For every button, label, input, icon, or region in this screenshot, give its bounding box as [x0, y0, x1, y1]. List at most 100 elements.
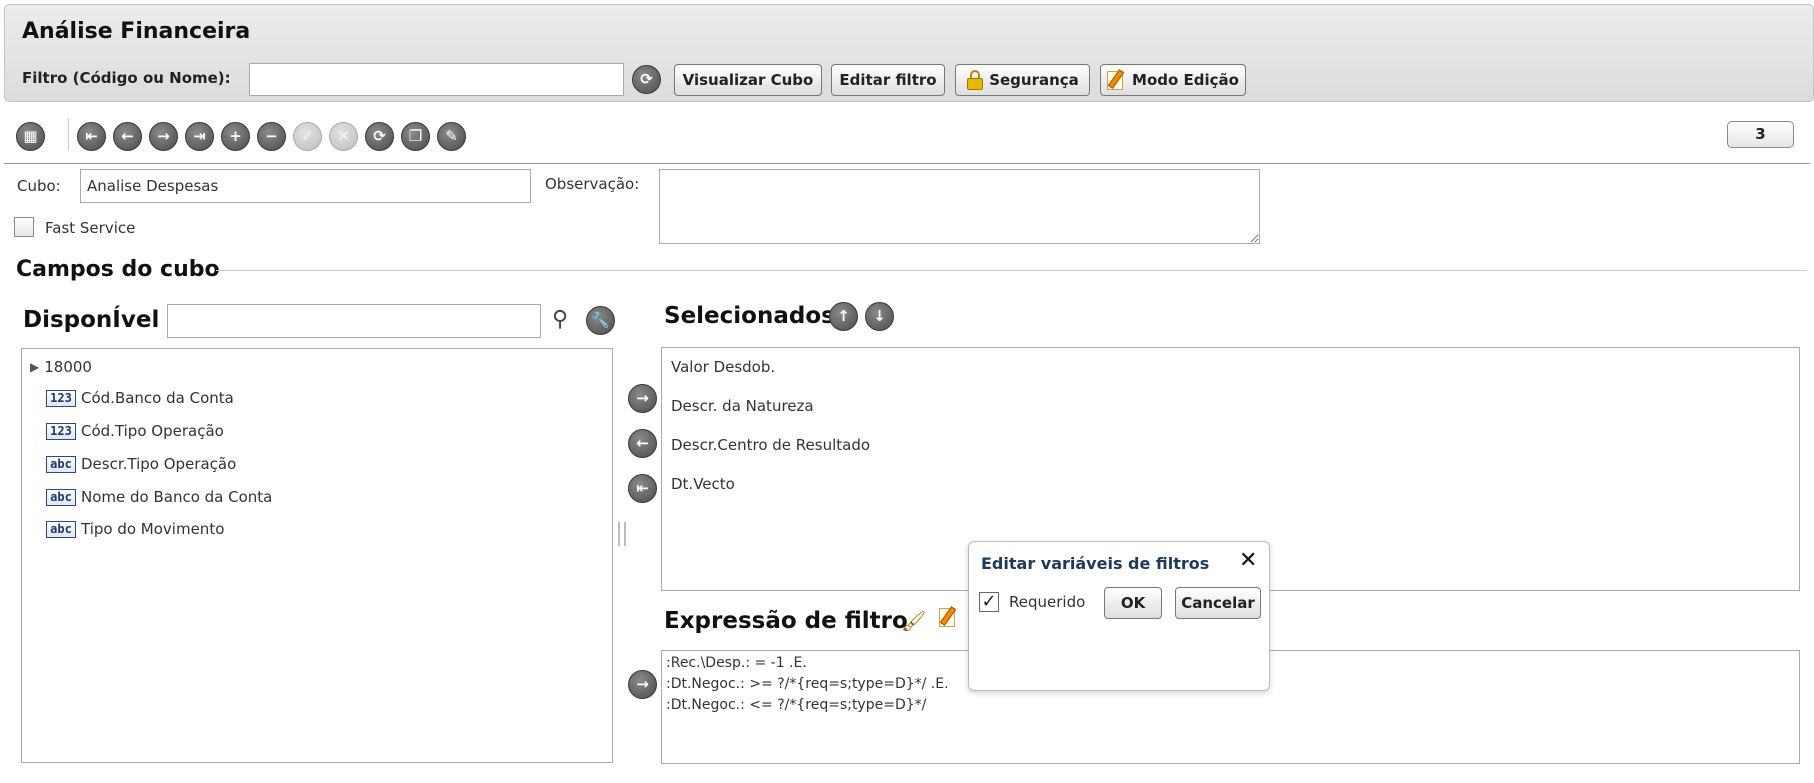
- next-icon: →: [157, 127, 170, 145]
- list-item[interactable]: Dt.Vecto: [671, 475, 735, 493]
- cancel-edit-button[interactable]: ✕: [329, 122, 358, 151]
- required-label: Requerido: [1009, 593, 1086, 611]
- edit-icon: ✎: [445, 127, 458, 145]
- arrow-right-icon: →: [636, 675, 649, 693]
- fast-service-checkbox[interactable]: [14, 217, 34, 237]
- edit-filter-label: Editar filtro: [839, 71, 937, 89]
- page-title: Análise Financeira: [22, 19, 251, 44]
- refresh-filter-button[interactable]: ⟳: [632, 65, 661, 94]
- arrow-up-icon: ↑: [837, 307, 850, 325]
- grid-view-button[interactable]: ▦: [16, 122, 45, 151]
- security-button[interactable]: Segurança: [955, 64, 1090, 96]
- list-item-label: Nome do Banco da Conta: [81, 488, 273, 506]
- last-icon: ⇥: [193, 127, 206, 145]
- observacao-textarea[interactable]: [659, 169, 1260, 244]
- copy-button[interactable]: ❐: [401, 122, 430, 151]
- edit-filter-icon[interactable]: [939, 606, 959, 628]
- cancel-icon: ✕: [337, 127, 350, 145]
- section-divider: [216, 270, 1807, 271]
- list-item[interactable]: abc Tipo do Movimento: [46, 520, 224, 538]
- first-icon: ⇤: [85, 127, 98, 145]
- previous-record-button[interactable]: ←: [113, 122, 142, 151]
- list-item[interactable]: Descr. da Natureza: [671, 397, 814, 415]
- first-icon: ⇤: [636, 479, 649, 497]
- selected-heading: Selecionados: [664, 303, 835, 329]
- numeric-type-icon: 123: [46, 422, 76, 440]
- last-record-button[interactable]: ⇥: [185, 122, 214, 151]
- list-item[interactable]: abc Descr.Tipo Operação: [46, 455, 236, 473]
- remove-field-button[interactable]: ←: [628, 429, 657, 458]
- confirm-button[interactable]: ✓: [293, 122, 322, 151]
- remove-record-button[interactable]: −: [257, 122, 286, 151]
- add-icon: +: [229, 127, 242, 145]
- grid-icon: ▦: [23, 127, 38, 145]
- view-cube-button[interactable]: Visualizar Cubo: [674, 64, 822, 96]
- fast-service-label: Fast Service: [45, 219, 136, 237]
- cancel-label: Cancelar: [1181, 594, 1255, 612]
- move-up-button[interactable]: ↑: [829, 302, 858, 331]
- tree-root-node[interactable]: ▶ 18000: [30, 358, 92, 376]
- header-panel: Análise Financeira Filtro (Código ou Nom…: [4, 4, 1814, 102]
- observacao-label: Observação:: [545, 175, 640, 193]
- edit-mode-label: Modo Edição: [1132, 71, 1239, 89]
- close-icon[interactable]: ✕: [1239, 548, 1257, 573]
- numeric-type-icon: 123: [46, 389, 76, 407]
- list-item[interactable]: Descr.Centro de Resultado: [671, 436, 870, 454]
- add-record-button[interactable]: +: [221, 122, 250, 151]
- page-number-badge[interactable]: 3: [1727, 121, 1794, 148]
- available-heading: DisponÍvel: [23, 307, 160, 333]
- list-item-label: Cód.Tipo Operação: [81, 422, 224, 440]
- filter-expression-line: :Dt.Negoc.: <= ?/*{req=s;type=D}*/: [666, 697, 927, 713]
- confirm-icon: ✓: [301, 127, 314, 145]
- first-record-button[interactable]: ⇤: [77, 122, 106, 151]
- copy-icon: ❐: [408, 127, 423, 145]
- move-down-button[interactable]: ↓: [865, 302, 894, 331]
- list-item-label: Descr.Tipo Operação: [81, 455, 237, 473]
- arrow-left-icon: ←: [636, 434, 649, 452]
- filter-input[interactable]: [249, 63, 624, 96]
- expand-arrow-icon[interactable]: ▶: [30, 360, 39, 374]
- next-record-button[interactable]: →: [149, 122, 178, 151]
- pencil-icon: [1107, 69, 1127, 91]
- required-checkbox[interactable]: ✓: [979, 592, 999, 612]
- field-settings-button[interactable]: 🔧: [586, 306, 615, 335]
- ok-label: OK: [1120, 594, 1146, 612]
- edit-filter-variables-dialog: Editar variáveis de filtros ✕ ✓ Requerid…: [968, 541, 1270, 691]
- add-to-filter-button[interactable]: →: [628, 670, 657, 699]
- cubo-input[interactable]: [80, 169, 531, 203]
- remove-all-fields-button[interactable]: ⇤: [628, 474, 657, 503]
- refresh-button[interactable]: ⟳: [365, 122, 394, 151]
- cancel-button[interactable]: Cancelar: [1175, 587, 1261, 619]
- edit-mode-button[interactable]: Modo Edição: [1100, 64, 1246, 96]
- panel-splitter[interactable]: [618, 522, 626, 546]
- list-item[interactable]: Valor Desdob.: [671, 358, 775, 376]
- refresh-icon: ⟳: [373, 127, 386, 145]
- tree-root-label: 18000: [44, 358, 92, 376]
- list-item[interactable]: abc Nome do Banco da Conta: [46, 488, 272, 506]
- add-field-button[interactable]: →: [628, 384, 657, 413]
- ok-button[interactable]: OK: [1104, 587, 1162, 619]
- available-search-input[interactable]: [167, 304, 541, 338]
- available-fields-list: ▶ 18000 123 Cód.Banco da Conta 123 Cód.T…: [21, 348, 613, 763]
- list-item[interactable]: 123 Cód.Tipo Operação: [46, 422, 224, 440]
- edit-record-button[interactable]: ✎: [437, 122, 466, 151]
- list-item-label: Cód.Banco da Conta: [81, 389, 234, 407]
- filter-expression-line: :Rec.\Desp.: = -1 .E.: [666, 655, 807, 671]
- security-label: Segurança: [989, 71, 1079, 89]
- section-title: Campos do cubo: [16, 257, 220, 282]
- toolbar-divider: [68, 118, 69, 150]
- clear-filter-icon[interactable]: 🖌: [901, 609, 926, 633]
- text-type-icon: abc: [46, 455, 76, 473]
- filter-expression-line: :Dt.Negoc.: >= ?/*{req=s;type=D}*/ .E.: [666, 676, 949, 692]
- text-type-icon: abc: [46, 488, 76, 506]
- list-item[interactable]: 123 Cód.Banco da Conta: [46, 389, 234, 407]
- arrow-down-icon: ↓: [873, 307, 886, 325]
- cubo-label: Cubo:: [17, 177, 61, 195]
- search-icon[interactable]: ⚲: [552, 307, 568, 332]
- lock-icon: [966, 70, 984, 90]
- filter-expression-heading: Expressão de filtro: [664, 608, 908, 634]
- dialog-title: Editar variáveis de filtros: [981, 554, 1210, 573]
- previous-icon: ←: [121, 127, 134, 145]
- edit-filter-button[interactable]: Editar filtro: [831, 64, 945, 96]
- toolbar-divider-line: [4, 163, 1810, 164]
